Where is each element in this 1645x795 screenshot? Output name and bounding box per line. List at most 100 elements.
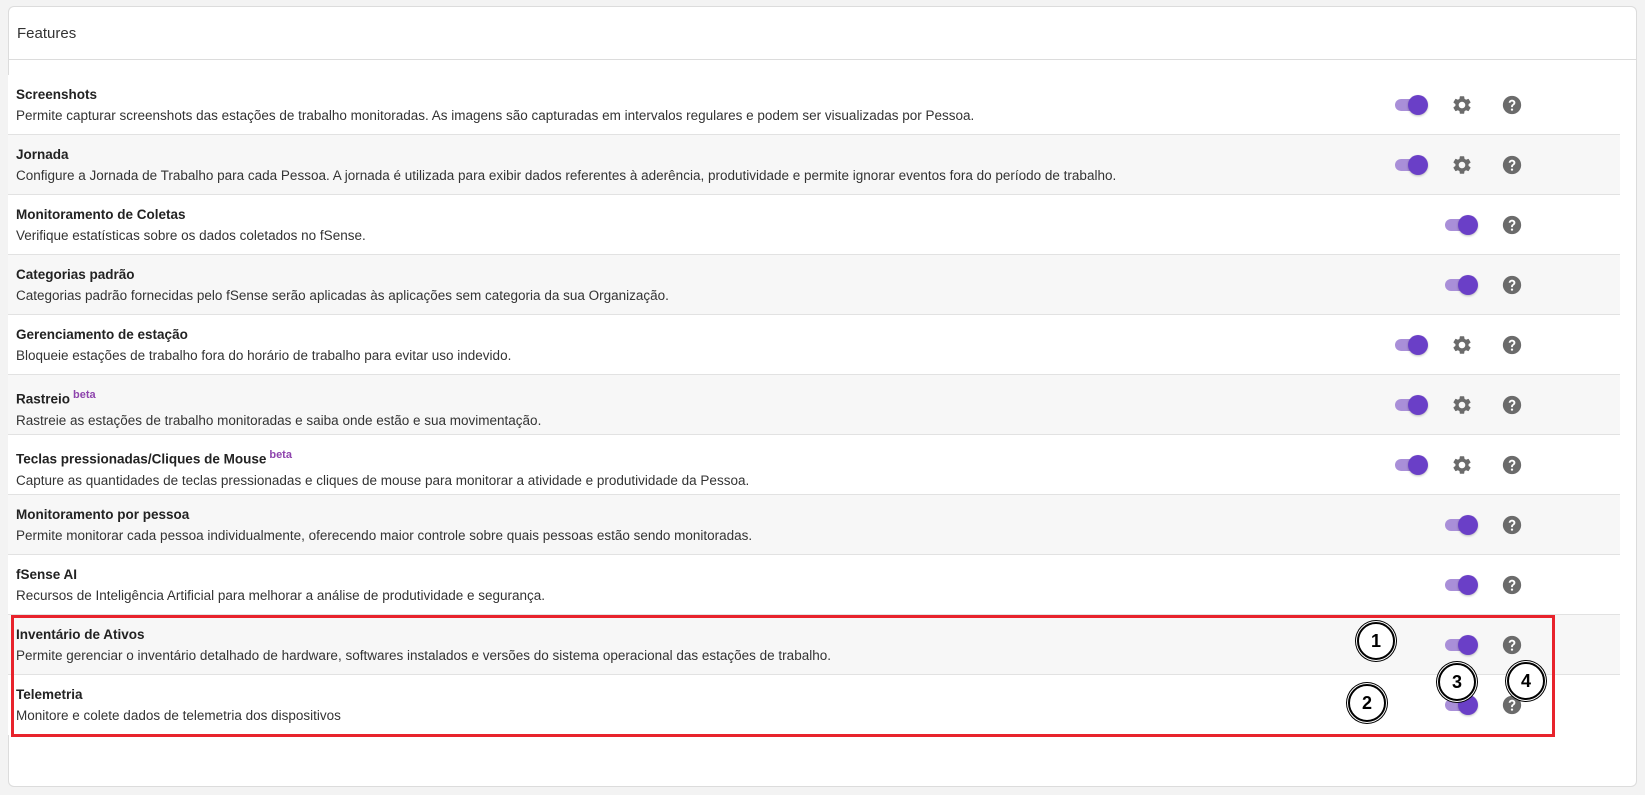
help-icon[interactable] (1492, 75, 1532, 135)
feature-row: Rastreio beta Rastreie as estações de trab… (8, 375, 1620, 435)
feature-toggle[interactable] (1395, 155, 1429, 175)
feature-title: Rastreio beta (16, 386, 541, 409)
feature-title-text: fSense AI (16, 567, 78, 582)
feature-toggle[interactable] (1395, 335, 1429, 355)
help-icon[interactable] (1492, 315, 1532, 375)
feature-description: Recursos de Inteligência Artificial para… (16, 588, 546, 603)
feature-title: Inventário de Ativos (16, 626, 831, 644)
gear-icon[interactable] (1442, 135, 1482, 195)
help-icon[interactable] (1492, 255, 1532, 315)
feature-toggle-wrapper (1392, 135, 1432, 195)
toggle-knob (1408, 335, 1428, 355)
gear-icon[interactable] (1442, 375, 1482, 435)
feature-title: Categorias padrão (16, 266, 669, 284)
feature-title-text: Monitoramento de Coletas (16, 207, 186, 222)
feature-description: Monitore e colete dados de telemetria do… (16, 708, 341, 723)
feature-row: Screenshots Permite capturar screenshots … (8, 75, 1620, 135)
feature-toggle-wrapper (1442, 255, 1482, 315)
feature-row: Teclas pressionadas/Cliques de Mouse beta… (8, 435, 1620, 495)
feature-toggle-wrapper (1392, 375, 1432, 435)
feature-title-text: Telemetria (16, 687, 83, 702)
gear-icon[interactable] (1442, 315, 1482, 375)
feature-text: Telemetria Monitore e colete dados de tel… (16, 686, 341, 725)
feature-row: Categorias padrão Categorias padrão forne… (8, 255, 1620, 315)
gear-icon[interactable] (1442, 75, 1482, 135)
toggle-knob (1408, 95, 1428, 115)
feature-row: Gerenciamento de estação Bloqueie estaçõe… (8, 315, 1620, 375)
feature-title: Screenshots (16, 86, 974, 104)
feature-text: Monitoramento de Coletas Verifique estatí… (16, 206, 366, 245)
feature-text: Screenshots Permite capturar screenshots … (16, 86, 974, 125)
toggle-knob (1458, 275, 1478, 295)
annotation-marker-1: 1 (1357, 622, 1395, 660)
feature-toggle[interactable] (1445, 215, 1479, 235)
feature-text: Teclas pressionadas/Cliques de Mouse beta… (16, 446, 749, 490)
feature-row: Monitoramento por pessoa Permite monitora… (8, 495, 1620, 555)
feature-toggle-wrapper (1442, 195, 1482, 255)
feature-description: Permite capturar screenshots das estaçõe… (16, 108, 975, 123)
feature-title-text: Gerenciamento de estação (16, 327, 188, 342)
feature-description: Capture as quantidades de teclas pressio… (16, 472, 750, 488)
feature-text: fSense AI Recursos de Inteligência Artifi… (16, 566, 545, 605)
feature-title: Monitoramento por pessoa (16, 506, 752, 524)
feature-text: Gerenciamento de estação Bloqueie estaçõe… (16, 326, 511, 365)
help-icon[interactable] (1492, 495, 1532, 555)
feature-text: Monitoramento por pessoa Permite monitora… (16, 506, 752, 545)
feature-toggle[interactable] (1445, 635, 1479, 655)
feature-toggle-wrapper (1442, 495, 1482, 555)
feature-text: Jornada Configure a Jornada de Trabalho p… (16, 146, 1116, 185)
help-icon[interactable] (1492, 435, 1532, 495)
feature-title: Teclas pressionadas/Cliques de Mouse beta (16, 446, 749, 469)
feature-row: Monitoramento de Coletas Verifique estatí… (8, 195, 1620, 255)
toggle-knob (1458, 215, 1478, 235)
beta-badge: beta (269, 449, 292, 461)
feature-title-text: Screenshots (16, 87, 98, 102)
card-title: Features (17, 24, 77, 42)
feature-title-text: Inventário de Ativos (16, 627, 145, 642)
feature-title-text: Monitoramento por pessoa (16, 507, 190, 522)
feature-description: Rastreie as estações de trabalho monitor… (16, 412, 542, 428)
feature-toggle[interactable] (1395, 95, 1429, 115)
card-header: Features (9, 7, 1636, 60)
feature-title-text: Teclas pressionadas/Cliques de Mouse (16, 451, 267, 467)
toggle-knob (1458, 635, 1478, 655)
feature-title-text: Jornada (16, 147, 69, 162)
feature-description: Permite gerenciar o inventário detalhado… (16, 648, 831, 663)
help-icon[interactable] (1492, 135, 1532, 195)
feature-description: Verifique estatísticas sobre os dados co… (16, 228, 366, 243)
help-icon[interactable] (1492, 555, 1532, 615)
feature-text: Inventário de Ativos Permite gerenciar o … (16, 626, 831, 665)
annotation-marker-3: 3 (1438, 663, 1476, 701)
feature-toggle-wrapper (1392, 435, 1432, 495)
feature-row: fSense AI Recursos de Inteligência Artifi… (8, 555, 1620, 615)
annotation-marker-4: 4 (1507, 662, 1545, 700)
feature-text: Rastreio beta Rastreie as estações de trab… (16, 386, 541, 430)
help-icon[interactable] (1492, 375, 1532, 435)
toggle-knob (1408, 455, 1428, 475)
feature-title: Gerenciamento de estação (16, 326, 511, 344)
feature-description: Configure a Jornada de Trabalho para cad… (16, 168, 1117, 183)
feature-title: Jornada (16, 146, 1116, 164)
feature-toggle-wrapper (1442, 555, 1482, 615)
feature-title: fSense AI (16, 566, 545, 584)
feature-title: Monitoramento de Coletas (16, 206, 366, 224)
feature-text: Categorias padrão Categorias padrão forne… (16, 266, 669, 305)
annotation-marker-2: 2 (1348, 684, 1386, 722)
feature-toggle[interactable] (1395, 455, 1429, 475)
feature-description: Bloqueie estações de trabalho fora do ho… (16, 348, 512, 363)
feature-toggle[interactable] (1445, 275, 1479, 295)
feature-description: Categorias padrão fornecidas pelo fSense… (16, 288, 669, 303)
feature-toggle[interactable] (1395, 395, 1429, 415)
feature-title-text: Categorias padrão (16, 267, 135, 282)
toggle-knob (1458, 575, 1478, 595)
feature-toggle[interactable] (1445, 515, 1479, 535)
toggle-knob (1458, 515, 1478, 535)
toggle-knob (1408, 155, 1428, 175)
feature-toggle-wrapper (1392, 75, 1432, 135)
feature-description: Permite monitorar cada pessoa individual… (16, 528, 753, 543)
gear-icon[interactable] (1442, 435, 1482, 495)
help-icon[interactable] (1492, 195, 1532, 255)
feature-toggle[interactable] (1445, 575, 1479, 595)
toggle-knob (1408, 395, 1428, 415)
feature-title-text: Rastreio (16, 391, 71, 407)
